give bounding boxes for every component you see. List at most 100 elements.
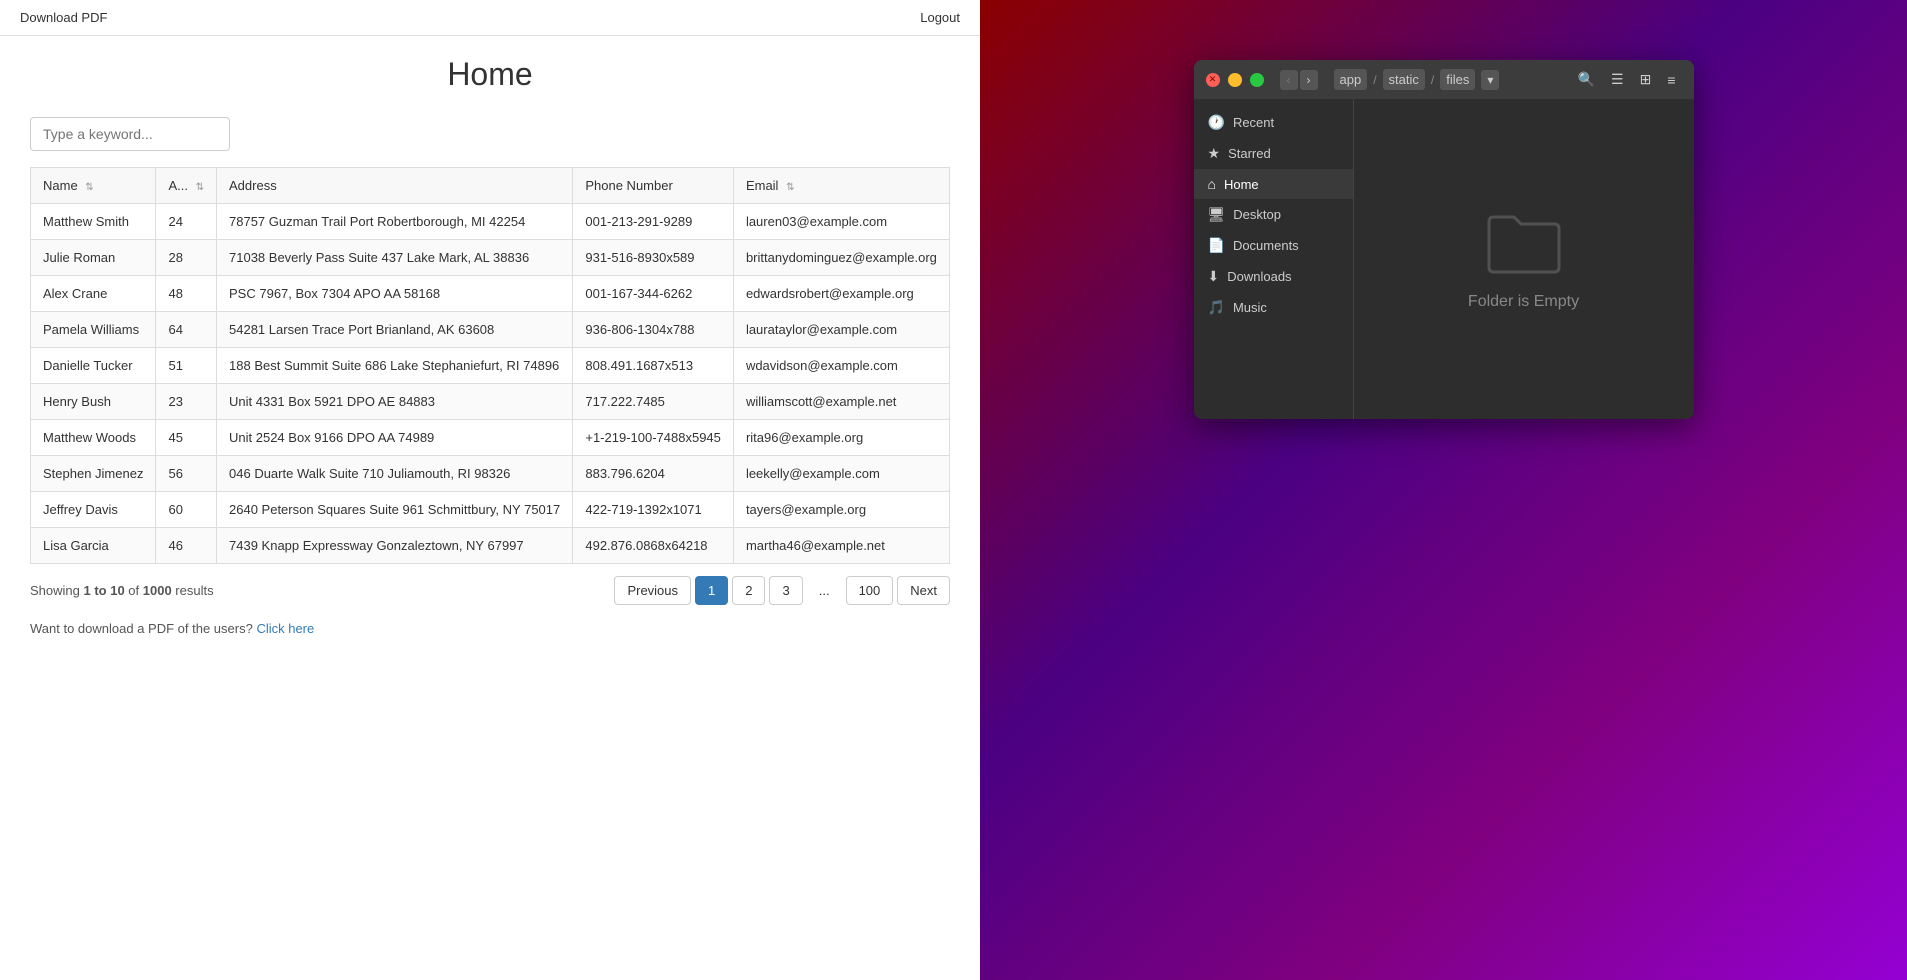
download-link[interactable]: Click here	[256, 621, 314, 636]
table-row: Stephen Jimenez56046 Duarte Walk Suite 7…	[31, 456, 950, 492]
cell-phone: 808.491.1687x513	[573, 348, 734, 384]
sort-age-icon: ⇅	[196, 182, 204, 193]
cell-phone: +1-219-100-7488x5945	[573, 420, 734, 456]
music-icon: 🎵	[1208, 299, 1225, 316]
table-header-row: Name ⇅ A... ⇅ Address Phone Number Email…	[31, 168, 950, 204]
cell-phone: 492.876.0868x64218	[573, 528, 734, 564]
table-row: Matthew Woods45Unit 2524 Box 9166 DPO AA…	[31, 420, 950, 456]
data-table: Name ⇅ A... ⇅ Address Phone Number Email…	[30, 167, 950, 564]
page-100-button[interactable]: 100	[846, 576, 894, 605]
page-1-button[interactable]: 1	[695, 576, 728, 605]
cell-address: PSC 7967, Box 7304 APO AA 58168	[217, 276, 573, 312]
fm-bc-app[interactable]: app	[1334, 69, 1368, 90]
cell-email: lauren03@example.com	[733, 204, 949, 240]
sidebar-music-label: Music	[1233, 300, 1267, 315]
fm-bc-files[interactable]: files	[1440, 69, 1475, 90]
fm-window: ✕ ‹ › app / static / files ▾ 🔍 ☰ ⊞ ≡	[1194, 60, 1694, 419]
sidebar-item-documents[interactable]: 📄 Documents	[1194, 230, 1353, 261]
sidebar-item-music[interactable]: 🎵 Music	[1194, 292, 1353, 323]
home-icon: ⌂	[1208, 176, 1216, 192]
fm-view-options-button[interactable]: ⊞	[1634, 68, 1658, 91]
table-row: Matthew Smith2478757 Guzman Trail Port R…	[31, 204, 950, 240]
fm-bc-static[interactable]: static	[1383, 69, 1425, 90]
fm-minimize-button[interactable]	[1228, 73, 1242, 87]
fm-search-button[interactable]: 🔍	[1572, 68, 1601, 91]
sidebar-item-downloads[interactable]: ⬇ Downloads	[1194, 261, 1353, 292]
col-address: Address	[217, 168, 573, 204]
cell-name: Pamela Williams	[31, 312, 156, 348]
cell-email: brittanydominguez@example.org	[733, 240, 949, 276]
sidebar-item-home[interactable]: ⌂ Home	[1194, 169, 1353, 199]
cell-name: Stephen Jimenez	[31, 456, 156, 492]
cell-name: Alex Crane	[31, 276, 156, 312]
cell-address: 78757 Guzman Trail Port Robertborough, M…	[217, 204, 573, 240]
fm-back-button[interactable]: ‹	[1280, 70, 1298, 90]
fm-bc-dropdown-button[interactable]: ▾	[1481, 70, 1499, 90]
page-2-button[interactable]: 2	[732, 576, 765, 605]
cell-email: tayers@example.org	[733, 492, 949, 528]
previous-button[interactable]: Previous	[614, 576, 691, 605]
fm-maximize-button[interactable]	[1250, 73, 1264, 87]
pagination: Previous 1 2 3 ... 100 Next	[614, 576, 950, 605]
cell-age: 28	[156, 240, 217, 276]
cell-address: 2640 Peterson Squares Suite 961 Schmittb…	[217, 492, 573, 528]
cell-phone: 717.222.7485	[573, 384, 734, 420]
table-row: Danielle Tucker51188 Best Summit Suite 6…	[31, 348, 950, 384]
fm-bc-sep-1: /	[1373, 73, 1376, 87]
cell-age: 51	[156, 348, 217, 384]
cell-email: leekelly@example.com	[733, 456, 949, 492]
table-row: Jeffrey Davis602640 Peterson Squares Sui…	[31, 492, 950, 528]
cell-age: 64	[156, 312, 217, 348]
cell-address: 188 Best Summit Suite 686 Lake Stephanie…	[217, 348, 573, 384]
showing-text: Showing 1 to 10 of 1000 results	[30, 583, 214, 598]
page-title: Home	[30, 56, 950, 93]
fm-body: 🕐 Recent ★ Starred ⌂ Home 🖥 Desktop 📄	[1194, 99, 1694, 419]
cell-email: laurataylor@example.com	[733, 312, 949, 348]
download-pdf-link[interactable]: Download PDF	[20, 10, 107, 25]
sidebar-item-desktop[interactable]: 🖥 Desktop	[1194, 199, 1353, 230]
fm-empty-text: Folder is Empty	[1468, 293, 1579, 311]
fm-sidebar: 🕐 Recent ★ Starred ⌂ Home 🖥 Desktop 📄	[1194, 99, 1354, 419]
cell-address: Unit 4331 Box 5921 DPO AE 84883	[217, 384, 573, 420]
col-name[interactable]: Name ⇅	[31, 168, 156, 204]
logout-button[interactable]: Logout	[920, 10, 960, 25]
fm-menu-button[interactable]: ≡	[1661, 68, 1681, 91]
cell-name: Lisa Garcia	[31, 528, 156, 564]
cell-name: Jeffrey Davis	[31, 492, 156, 528]
table-row: Lisa Garcia467439 Knapp Expressway Gonza…	[31, 528, 950, 564]
next-button[interactable]: Next	[897, 576, 950, 605]
sidebar-item-starred[interactable]: ★ Starred	[1194, 138, 1353, 169]
cell-address: 71038 Beverly Pass Suite 437 Lake Mark, …	[217, 240, 573, 276]
fm-titlebar: ✕ ‹ › app / static / files ▾ 🔍 ☰ ⊞ ≡	[1194, 60, 1694, 99]
sidebar-desktop-label: Desktop	[1233, 207, 1281, 222]
fm-close-button[interactable]: ✕	[1206, 73, 1220, 87]
cell-phone: 936-806-1304x788	[573, 312, 734, 348]
cell-name: Matthew Woods	[31, 420, 156, 456]
fm-list-view-button[interactable]: ☰	[1605, 68, 1630, 91]
fm-toolbar-right: 🔍 ☰ ⊞ ≡	[1572, 68, 1682, 91]
documents-icon: 📄	[1208, 237, 1225, 254]
desktop-icon: 🖥	[1208, 206, 1226, 223]
cell-age: 23	[156, 384, 217, 420]
cell-email: wdavidson@example.com	[733, 348, 949, 384]
recent-icon: 🕐	[1208, 114, 1225, 131]
table-row: Henry Bush23Unit 4331 Box 5921 DPO AE 84…	[31, 384, 950, 420]
page-3-button[interactable]: 3	[769, 576, 802, 605]
col-age[interactable]: A... ⇅	[156, 168, 217, 204]
cell-name: Julie Roman	[31, 240, 156, 276]
table-footer: Showing 1 to 10 of 1000 results Previous…	[30, 576, 950, 605]
pagination-dots: ...	[807, 577, 842, 604]
sidebar-home-label: Home	[1224, 177, 1259, 192]
sort-name-icon: ⇅	[85, 182, 93, 193]
sidebar-item-recent[interactable]: 🕐 Recent	[1194, 107, 1353, 138]
file-manager-panel: ✕ ‹ › app / static / files ▾ 🔍 ☰ ⊞ ≡	[980, 0, 1907, 980]
cell-email: rita96@example.org	[733, 420, 949, 456]
sort-email-icon: ⇅	[786, 182, 794, 193]
col-email[interactable]: Email ⇅	[733, 168, 949, 204]
cell-age: 46	[156, 528, 217, 564]
fm-forward-button[interactable]: ›	[1300, 70, 1318, 90]
fm-bc-sep-2: /	[1431, 73, 1434, 87]
cell-phone: 001-167-344-6262	[573, 276, 734, 312]
cell-age: 24	[156, 204, 217, 240]
search-input[interactable]	[30, 117, 230, 151]
